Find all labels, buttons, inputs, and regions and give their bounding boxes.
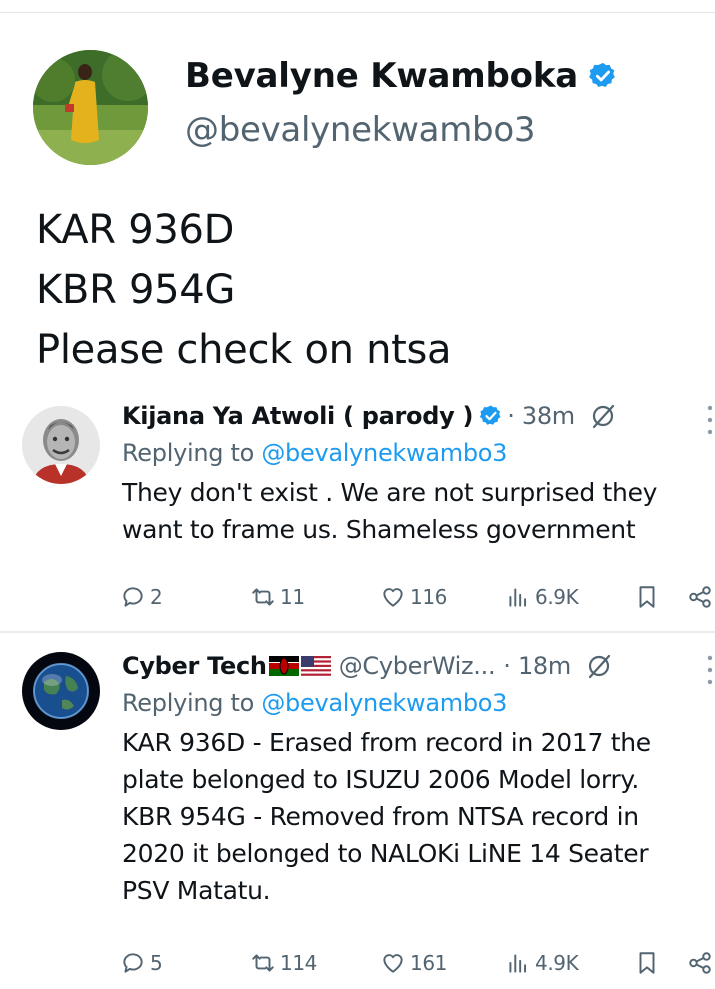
main-author-name[interactable]: Bevalyne Kwamboka	[185, 56, 578, 96]
reply-icon	[123, 587, 143, 607]
share-icon	[689, 586, 711, 608]
verified-badge-icon	[480, 405, 501, 425]
more-vertical-icon[interactable]	[707, 404, 713, 436]
reply-item[interactable]: Cyber Tech @CyberWiz... · 18m Replying t…	[0, 648, 715, 988]
reply-count: 5	[150, 951, 163, 975]
reply-text-line: plate belonged to ISUZU 2006 Model lorry…	[122, 765, 639, 794]
reply-timestamp[interactable]: · 18m	[503, 652, 571, 680]
repost-button[interactable]: 114	[250, 950, 317, 976]
reply-button[interactable]: 5	[120, 950, 163, 976]
reply-author-avatar[interactable]	[22, 652, 100, 730]
main-author-handle[interactable]: @bevalynekwambo3	[185, 110, 535, 150]
like-button[interactable]: 116	[380, 584, 447, 610]
share-button[interactable]	[687, 584, 713, 610]
reply-actions: 5 114 161 4.9K	[0, 950, 715, 980]
reply-header: Kijana Ya Atwoli ( parody ) · 38m	[122, 398, 715, 434]
main-tweet-line: Please check on ntsa	[36, 327, 452, 373]
replying-to-line: Replying to @bevalynekwambo3	[122, 686, 715, 720]
main-tweet-line: KAR 936D	[36, 207, 235, 253]
reply-text: KAR 936D - Erased from record in 2017 th…	[122, 724, 715, 909]
grok-icon[interactable]	[589, 402, 617, 430]
reply-author-avatar[interactable]	[22, 406, 100, 484]
views-icon	[509, 954, 527, 973]
reply-author-handle[interactable]: @CyberWiz...	[339, 652, 496, 680]
like-button[interactable]: 161	[380, 950, 447, 976]
divider	[0, 631, 715, 633]
reply-actions: 2 11 116 6.9K	[0, 584, 715, 614]
main-author-avatar[interactable]	[33, 50, 148, 165]
replying-to-mention[interactable]: @bevalynekwambo3	[261, 689, 507, 717]
replying-to-mention[interactable]: @bevalynekwambo3	[261, 439, 507, 467]
reply-text-line: KBR 954G - Removed from NTSA record in	[122, 802, 639, 831]
replying-to-line: Replying to @bevalynekwambo3	[122, 436, 715, 470]
reply-text-line: They don't exist . We are not surprised …	[122, 478, 658, 507]
top-rule	[0, 12, 715, 13]
share-icon	[689, 952, 711, 974]
reply-body: Cyber Tech @CyberWiz... · 18m Replying t…	[122, 648, 715, 909]
views-count: 4.9K	[535, 951, 579, 975]
repost-count: 11	[280, 585, 305, 609]
repost-icon	[252, 588, 274, 606]
reply-author-name[interactable]: Kijana Ya Atwoli ( parody )	[122, 402, 474, 430]
heart-icon	[383, 588, 403, 607]
reply-timestamp[interactable]: · 38m	[507, 402, 575, 430]
views-button[interactable]: 6.9K	[505, 584, 579, 610]
reply-text-line: 2020 it belonged to NALOKi LiNE 14 Seate…	[122, 839, 649, 868]
main-tweet-text: KAR 936D KBR 954G Please check on ntsa	[36, 200, 452, 380]
reply-author-name[interactable]: Cyber Tech	[122, 652, 267, 680]
kenya-flag-icon	[268, 656, 299, 676]
reply-item[interactable]: Kijana Ya Atwoli ( parody ) · 38m Replyi…	[0, 398, 715, 628]
heart-icon	[383, 954, 403, 973]
views-icon	[509, 588, 527, 607]
verified-badge-icon	[589, 62, 615, 87]
share-button[interactable]	[687, 950, 713, 976]
main-tweet-line: KBR 954G	[36, 267, 236, 313]
bookmark-button[interactable]	[634, 584, 660, 610]
reply-body: Kijana Ya Atwoli ( parody ) · 38m Replyi…	[122, 398, 715, 548]
reply-icon	[123, 953, 143, 973]
reply-text-line: KAR 936D - Erased from record in 2017 th…	[122, 728, 651, 757]
repost-button[interactable]: 11	[250, 584, 305, 610]
main-author-name-row: Bevalyne Kwamboka	[185, 56, 618, 96]
repost-icon	[252, 954, 274, 972]
bookmark-icon	[639, 586, 655, 608]
reply-header: Cyber Tech @CyberWiz... · 18m	[122, 648, 715, 684]
views-button[interactable]: 4.9K	[505, 950, 579, 976]
like-count: 161	[410, 951, 447, 975]
bookmark-button[interactable]	[634, 950, 660, 976]
more-vertical-icon[interactable]	[707, 654, 713, 686]
reply-text-line: want to frame us. Shameless government	[122, 515, 636, 544]
reply-text-line: PSV Matatu.	[122, 876, 271, 905]
repost-count: 114	[280, 951, 317, 975]
like-count: 116	[410, 585, 447, 609]
us-flag-icon	[300, 656, 331, 676]
replying-to-label: Replying to	[122, 439, 255, 467]
bookmark-icon	[639, 952, 655, 974]
views-count: 6.9K	[535, 585, 579, 609]
reply-text: They don't exist . We are not surprised …	[122, 474, 715, 548]
grok-icon[interactable]	[585, 652, 613, 680]
reply-count: 2	[150, 585, 163, 609]
reply-button[interactable]: 2	[120, 584, 163, 610]
replying-to-label: Replying to	[122, 689, 255, 717]
